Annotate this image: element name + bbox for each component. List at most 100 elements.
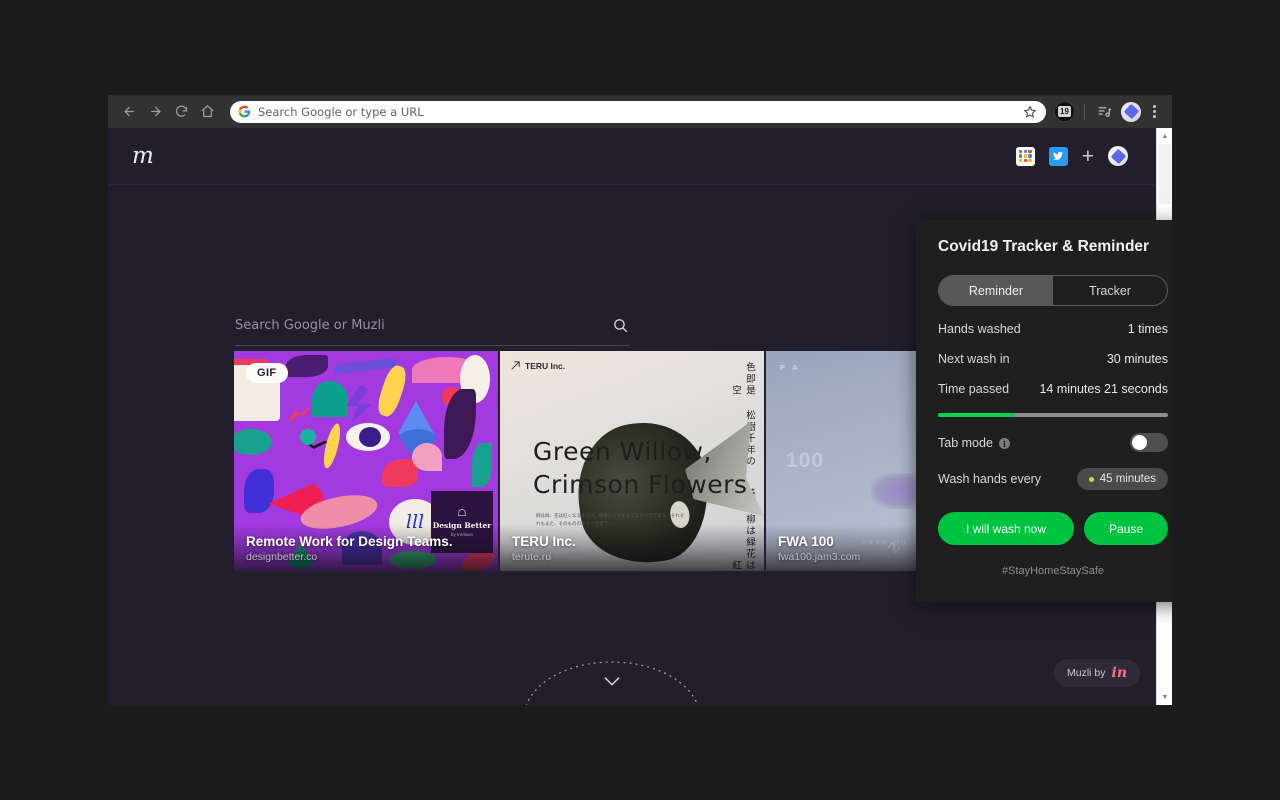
muzli-search-bar[interactable]: Search Google or Muzli bbox=[235, 317, 629, 346]
apps-cell bbox=[1023, 159, 1027, 163]
muzli-search-input[interactable]: Search Google or Muzli bbox=[235, 318, 612, 333]
extension-badge-count: 19 bbox=[1058, 106, 1071, 117]
browser-window: Search Google or type a URL 19 m + Searc… bbox=[108, 95, 1172, 705]
tab-mode-toggle[interactable] bbox=[1130, 433, 1168, 452]
apps-cell bbox=[1023, 154, 1027, 158]
avatar-glyph bbox=[1123, 103, 1139, 120]
tab-reminder[interactable]: Reminder bbox=[939, 276, 1053, 305]
art-shape bbox=[244, 469, 274, 513]
stat-label: Hands washed bbox=[938, 322, 1021, 336]
toolbar-divider bbox=[1084, 103, 1085, 120]
art-shape bbox=[286, 355, 328, 377]
logo-mark: ☖ bbox=[457, 507, 467, 519]
status-dot-icon bbox=[1088, 476, 1094, 482]
vertical-line: 色即是空 bbox=[730, 362, 755, 397]
art-shape bbox=[320, 422, 344, 470]
info-icon[interactable]: i bbox=[998, 438, 1010, 449]
wash-progress-fill bbox=[938, 413, 1014, 417]
art-shape bbox=[346, 385, 372, 423]
apps-cell bbox=[1018, 159, 1023, 163]
wash-interval-select[interactable]: 45 minutes bbox=[1076, 468, 1168, 490]
pause-button[interactable]: Pause bbox=[1084, 512, 1168, 545]
card-grid: lll ☖ Design Better by InVision GIF Remo… bbox=[234, 351, 1030, 571]
covid-extension-icon[interactable]: 19 bbox=[1054, 101, 1075, 122]
chevron-down-icon[interactable] bbox=[603, 675, 622, 693]
invision-logo: in bbox=[1111, 665, 1128, 681]
muzli-attribution-badge[interactable]: Muzli by in bbox=[1053, 659, 1140, 687]
art-shape bbox=[412, 443, 442, 471]
card-title: TERU Inc. bbox=[512, 534, 576, 549]
profile-avatar-icon[interactable] bbox=[1121, 101, 1141, 122]
back-button[interactable] bbox=[116, 99, 142, 125]
card-overlay: TERU Inc. terute.ru bbox=[500, 524, 764, 571]
wash-interval-row: Wash hands every 45 minutes bbox=[938, 468, 1168, 490]
address-bar-text: Search Google or type a URL bbox=[258, 104, 424, 119]
art-shape bbox=[234, 429, 272, 455]
popup-title: Covid19 Tracker & Reminder bbox=[938, 238, 1150, 255]
reading-list-icon[interactable] bbox=[1092, 100, 1116, 124]
google-icon bbox=[238, 105, 251, 118]
popup-hashtag: #StayHomeStaySafe bbox=[1001, 565, 1105, 577]
menu-dot bbox=[1152, 115, 1156, 118]
art-shape bbox=[472, 443, 492, 487]
tab-tracker[interactable]: Tracker bbox=[1053, 276, 1167, 305]
stat-row-hands-washed: Hands washed 1 times bbox=[938, 322, 1168, 336]
browser-toolbar: Search Google or type a URL 19 bbox=[108, 95, 1172, 128]
wash-progress-bar bbox=[938, 413, 1168, 417]
wash-interval-value: 45 minutes bbox=[1099, 473, 1156, 485]
apps-cell bbox=[1023, 149, 1027, 153]
apps-grid-icon[interactable] bbox=[1015, 146, 1035, 166]
card-overlay: Remote Work for Design Teams. designbett… bbox=[234, 524, 498, 571]
add-icon[interactable]: + bbox=[1082, 146, 1094, 167]
stat-value: 14 minutes 21 seconds bbox=[1039, 382, 1168, 396]
teru-brand: TERU Inc. bbox=[510, 360, 565, 371]
menu-dot bbox=[1152, 110, 1156, 113]
scroll-hint-arc[interactable] bbox=[522, 648, 702, 705]
card-title: Remote Work for Design Teams. bbox=[246, 534, 453, 549]
apps-cell bbox=[1028, 154, 1032, 158]
stat-value: 30 minutes bbox=[1106, 352, 1168, 366]
art-shape bbox=[300, 429, 316, 445]
scroll-down-arrow[interactable]: ▼ bbox=[1157, 689, 1172, 705]
stat-label: Time passed bbox=[938, 382, 1010, 396]
apps-cell bbox=[1018, 149, 1023, 153]
card-corner-text: P A bbox=[780, 363, 801, 372]
wash-now-button[interactable]: I will wash now bbox=[938, 512, 1074, 545]
forward-button[interactable] bbox=[142, 99, 168, 125]
address-bar[interactable]: Search Google or type a URL bbox=[230, 100, 1046, 123]
teru-brand-label: TERU Inc. bbox=[525, 360, 566, 371]
home-button[interactable] bbox=[194, 99, 220, 125]
muzli-logo[interactable]: m bbox=[132, 144, 154, 168]
browser-menu-icon[interactable] bbox=[1144, 105, 1164, 118]
stat-label: Next wash in bbox=[938, 352, 1010, 366]
avatar-glyph bbox=[1110, 148, 1126, 164]
muzli-badge-text: Muzli by bbox=[1066, 667, 1106, 679]
bookmark-star-icon[interactable] bbox=[1018, 100, 1042, 124]
gif-badge: GIF bbox=[246, 363, 288, 383]
user-avatar[interactable] bbox=[1108, 146, 1128, 166]
apps-cell bbox=[1028, 149, 1032, 153]
scroll-up-arrow[interactable]: ▲ bbox=[1157, 128, 1172, 144]
stat-row-time-passed: Time passed 14 minutes 21 seconds bbox=[938, 382, 1168, 396]
scrollbar-thumb[interactable] bbox=[1159, 144, 1171, 204]
reload-button[interactable] bbox=[168, 99, 194, 125]
covid-extension-popup: Covid19 Tracker & Reminder Reminder Trac… bbox=[916, 220, 1172, 602]
teru-mark-icon bbox=[511, 361, 520, 370]
twitter-icon[interactable] bbox=[1048, 146, 1068, 166]
card-item[interactable]: TERU Inc. 柳は緑花は紅 善哉 松樹千年の翠 色即是空 Green Wi… bbox=[500, 351, 764, 571]
apps-cell bbox=[1028, 159, 1032, 163]
art-shape bbox=[286, 405, 312, 425]
muzli-header: m + bbox=[108, 128, 1172, 185]
art-shape bbox=[359, 427, 381, 447]
tab-mode-text: Tab mode bbox=[938, 435, 993, 450]
menu-dot bbox=[1152, 105, 1156, 108]
header-actions: + bbox=[1015, 146, 1144, 167]
card-headline: Green Willow, Crimson Flowers bbox=[533, 437, 748, 500]
popup-actions: I will wash now Pause bbox=[938, 512, 1168, 545]
card-url: terute.ru bbox=[512, 551, 552, 563]
card-ghost-number: 100 bbox=[786, 449, 825, 472]
card-item[interactable]: lll ☖ Design Better by InVision GIF Remo… bbox=[234, 351, 498, 571]
search-icon[interactable] bbox=[612, 317, 629, 334]
wash-interval-label: Wash hands every bbox=[938, 472, 1042, 486]
card-url: designbetter.co bbox=[246, 551, 318, 563]
